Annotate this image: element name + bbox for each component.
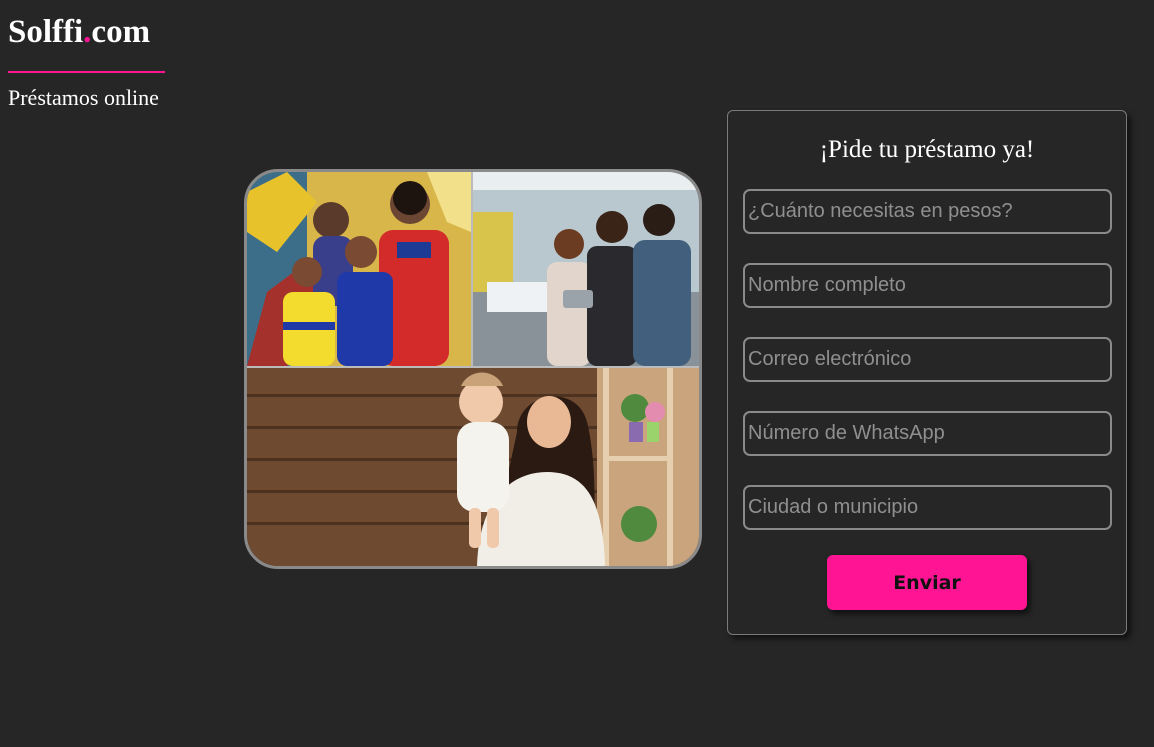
- city-input[interactable]: [743, 485, 1112, 530]
- site-logo[interactable]: Solffi.com: [8, 12, 165, 52]
- mother-baby-photo: [247, 368, 699, 566]
- photo-collage: [244, 169, 702, 569]
- form-title: ¡Pide tu préstamo ya!: [819, 136, 1035, 163]
- family-photo: [247, 172, 471, 366]
- loan-request-form: ¡Pide tu préstamo ya! Enviar: [727, 110, 1127, 635]
- site-tagline: Préstamos online: [8, 85, 159, 110]
- email-input[interactable]: [743, 337, 1112, 382]
- logo-name: Solffi: [8, 14, 84, 50]
- brand-block: Solffi.com Préstamos online: [8, 12, 165, 111]
- brand-divider: [8, 71, 165, 73]
- full-name-input[interactable]: [743, 263, 1112, 308]
- collage-graphic: [247, 172, 699, 566]
- office-team-photo: [473, 172, 699, 366]
- submit-button[interactable]: Enviar: [827, 555, 1027, 610]
- logo-tld: com: [91, 14, 151, 50]
- whatsapp-input[interactable]: [743, 411, 1112, 456]
- loan-amount-input[interactable]: [743, 189, 1112, 234]
